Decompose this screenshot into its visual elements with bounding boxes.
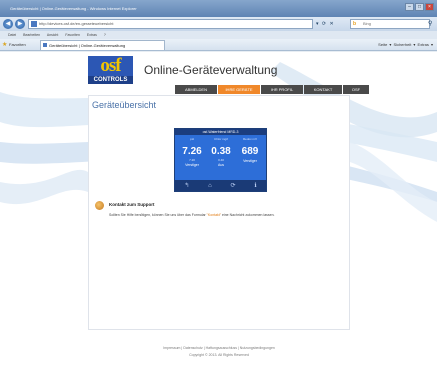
address-bar: ◀ ▶ http://devices.osf.de/en-geraeteuebe…: [0, 17, 437, 31]
osf-logo[interactable]: osf CONTROLS: [88, 56, 133, 86]
support-icon: [95, 201, 104, 210]
favorites-button[interactable]: Favoriten: [9, 39, 26, 51]
contact-link[interactable]: "Kontakt": [207, 213, 221, 217]
device-card[interactable]: osf-Waterfriend MRD-3 pH 7.26 7.20 Verst…: [174, 128, 267, 192]
forward-button[interactable]: ▶: [15, 19, 25, 29]
menu-item-file[interactable]: Datei: [8, 33, 16, 37]
menu-item-edit[interactable]: Bearbeiten: [23, 33, 40, 37]
refresh-icon[interactable]: ⟳: [231, 182, 236, 189]
device-toolbar: ↰ ⌂ ⟳ ℹ: [175, 180, 266, 191]
footer-links[interactable]: Impressum | Datenschutz | Haftungsaussch…: [88, 346, 350, 350]
close-button[interactable]: ×: [425, 3, 434, 11]
info-icon[interactable]: ℹ: [254, 182, 256, 189]
device-value-ph: pH 7.26 7.20 Verstiger: [182, 137, 202, 167]
maximize-button[interactable]: □: [415, 3, 424, 11]
star-icon[interactable]: ★: [2, 39, 7, 51]
menu-item-view[interactable]: Ansicht: [47, 33, 58, 37]
main-content: Geräteübersicht osf-Waterfriend MRD-3 pH…: [88, 95, 350, 330]
device-value-redox: Redox mV 689 Verstiger: [241, 137, 259, 163]
favorites-bar: ★ Favoriten Geräteübersicht | Online-Ger…: [0, 39, 437, 51]
device-name: osf-Waterfriend MRD-3: [175, 129, 266, 135]
page-title: Geräteübersicht: [92, 100, 157, 110]
support-title: Kontakt zum Support: [109, 202, 155, 207]
window-title: Geräteübersicht | Online-Geräteverwaltun…: [10, 6, 137, 11]
favicon-icon: [43, 43, 47, 47]
page-viewport: osf CONTROLS Online-Geräteverwaltung ABM…: [0, 52, 437, 379]
menu-item-favorites[interactable]: Favoriten: [65, 33, 80, 37]
nav-osf[interactable]: OSF: [343, 85, 369, 94]
nav-profile[interactable]: IHR PROFIL: [261, 85, 303, 94]
nav-contact[interactable]: KONTAKT: [304, 85, 342, 94]
menu-item-help[interactable]: ?: [104, 33, 106, 37]
nav-logout[interactable]: ABMELDEN: [175, 85, 217, 94]
bing-icon: b: [353, 21, 357, 27]
search-icon[interactable]: ⚲: [428, 20, 432, 27]
page-footer: Impressum | Datenschutz | Haftungsaussch…: [88, 346, 350, 357]
favicon-icon: [31, 21, 37, 27]
support-text: Sollten Sie Hilfe benötigen, können Sie …: [109, 213, 275, 217]
minimize-button[interactable]: –: [405, 3, 414, 11]
device-value-chlorine: Chlor mg/l 0.38 0.40 Aus: [211, 137, 231, 167]
search-input[interactable]: b Bing: [350, 19, 430, 29]
menu-bar: Datei Bearbeiten Ansicht Favoriten Extra…: [0, 31, 437, 39]
url-input[interactable]: http://devices.osf.de/en-geraeteuebersic…: [28, 19, 313, 29]
home-icon[interactable]: ⌂: [208, 183, 212, 189]
window-controls: – □ ×: [405, 3, 434, 11]
command-bar[interactable]: Seite ▾ Sicherheit ▾ Extras ▾: [378, 39, 433, 51]
back-button[interactable]: ◀: [3, 19, 13, 29]
refresh-stop-icons[interactable]: ▾ ⟳ ✕: [316, 19, 346, 29]
site-title: Online-Geräteverwaltung: [144, 63, 278, 77]
back-icon[interactable]: ↰: [184, 182, 189, 189]
nav-devices[interactable]: IHRE GERÄTE: [218, 85, 260, 94]
menu-item-extras[interactable]: Extras: [87, 33, 97, 37]
window-titlebar: Geräteübersicht | Online-Geräteverwaltun…: [0, 0, 437, 17]
copyright: Copyright © 2013. All Rights Reserved: [189, 353, 249, 357]
main-nav: ABMELDEN IHRE GERÄTE IHR PROFIL KONTAKT OSF: [175, 85, 370, 94]
browser-tab[interactable]: Geräteübersicht | Online-Geräteverwaltun…: [40, 40, 165, 50]
